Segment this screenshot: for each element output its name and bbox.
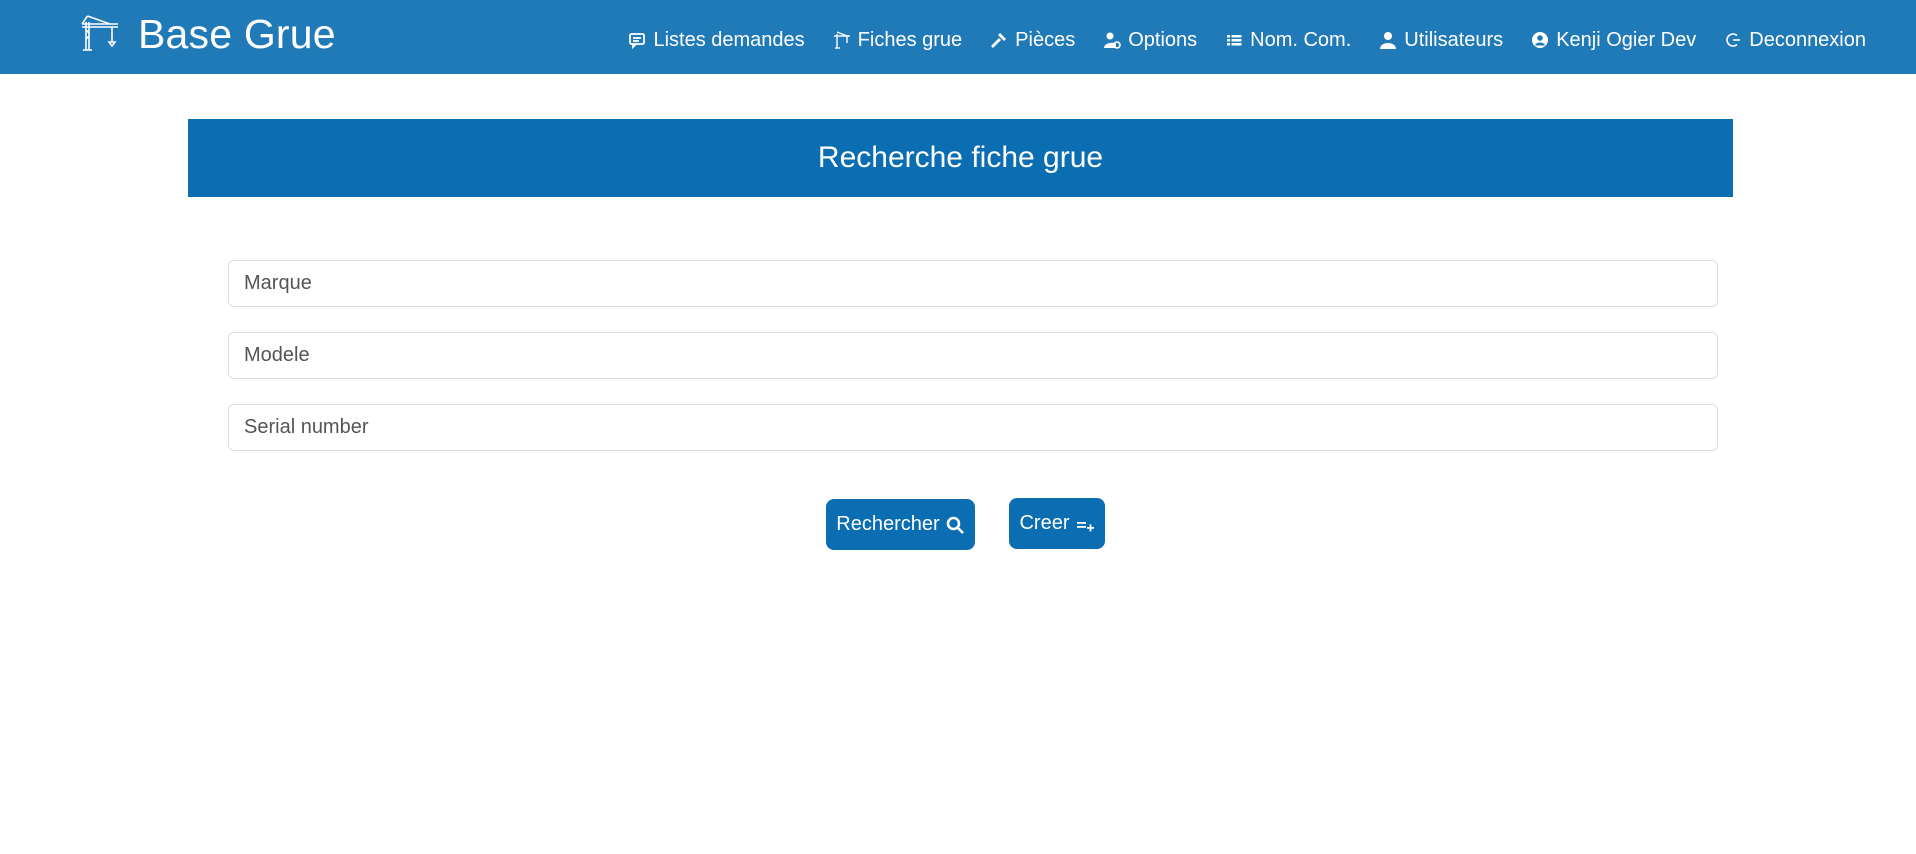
nav-label-options: Options (1128, 28, 1198, 51)
serial-number-input[interactable] (228, 404, 1718, 451)
marque-input[interactable] (228, 260, 1718, 307)
nav-item-deconnexion[interactable]: Deconnexion (1724, 29, 1866, 52)
nav-item-pieces[interactable]: Pièces (990, 29, 1075, 52)
user-icon (1379, 31, 1397, 49)
nav-label-utilisateurs: Utilisateurs (1404, 28, 1504, 51)
nav-label-deconnexion: Deconnexion (1749, 28, 1866, 51)
user-circle-icon (1531, 31, 1549, 49)
create-button-label: Creer (1019, 512, 1070, 534)
modele-input[interactable] (228, 332, 1718, 379)
nav-label-profile: Kenji Ogier Dev (1556, 28, 1697, 51)
main-nav: Listes demandes Fiches grue Pièces Optio… (628, 24, 1866, 56)
top-navbar: Base Grue Listes demandes Fiches grue Pi… (0, 0, 1916, 74)
nav-item-fiches-grue[interactable]: Fiches grue (833, 28, 963, 52)
nav-label-fiches-grue: Fiches grue (857, 28, 963, 51)
message-icon (628, 31, 646, 49)
brand-link[interactable]: Base Grue (80, 8, 336, 60)
search-icon (945, 515, 965, 535)
crane-icon (80, 14, 120, 54)
nav-item-nom-com[interactable]: Nom. Com. (1225, 29, 1351, 52)
nav-label-pieces: Pièces (1015, 28, 1076, 51)
list-icon (1225, 31, 1243, 49)
nav-item-listes-demandes[interactable]: Listes demandes (628, 28, 805, 52)
nav-label-nom-com: Nom. Com. (1250, 28, 1352, 51)
nav-item-options[interactable]: Options (1103, 29, 1197, 52)
search-button[interactable]: Rechercher (826, 499, 975, 550)
nav-label-listes-demandes: Listes demandes (653, 28, 805, 51)
logout-icon (1724, 31, 1742, 49)
user-gear-icon (1103, 31, 1122, 49)
nav-item-profile[interactable]: Kenji Ogier Dev (1531, 29, 1696, 52)
playlist-add-icon (1075, 514, 1095, 534)
page-title: Recherche fiche grue (188, 119, 1733, 197)
nav-item-utilisateurs[interactable]: Utilisateurs (1379, 29, 1503, 52)
search-button-label: Rechercher (836, 513, 940, 535)
hammer-icon (990, 31, 1008, 49)
crane-icon (833, 31, 851, 49)
brand-title: Base Grue (138, 11, 336, 57)
create-button[interactable]: Creer (1009, 498, 1105, 549)
